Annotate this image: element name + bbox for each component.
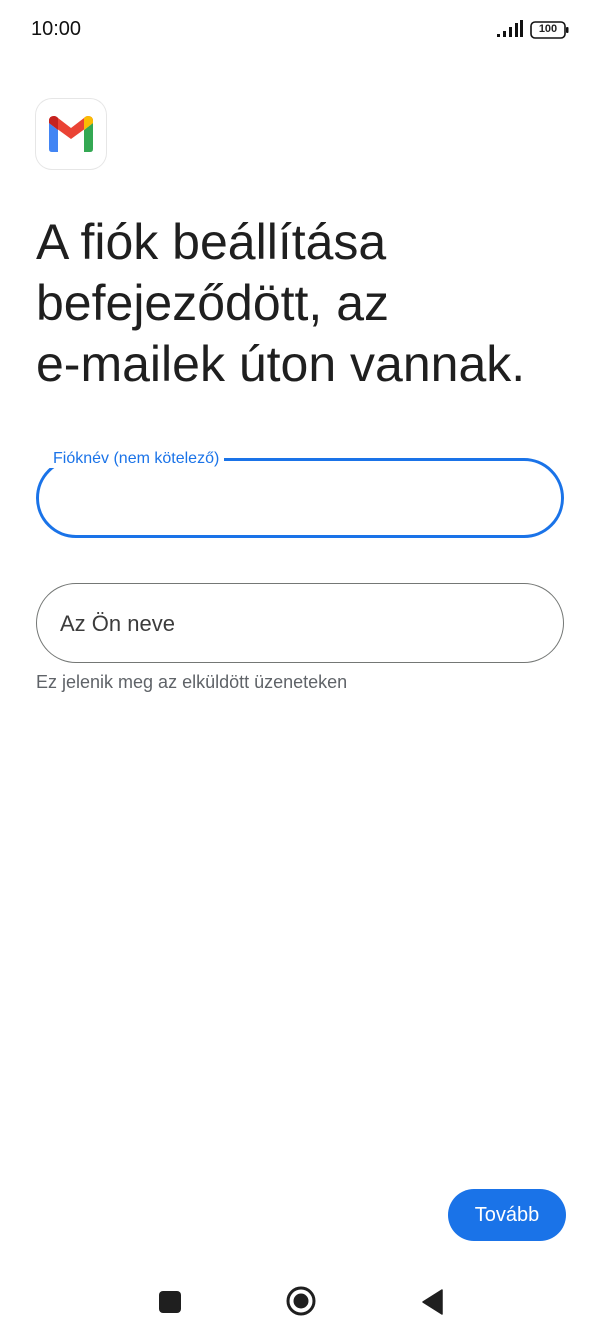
signal-icon	[497, 20, 523, 37]
battery-level: 100	[538, 23, 558, 35]
gmail-logo-icon	[49, 116, 93, 152]
account-name-label: Fióknév (nem kötelező)	[48, 450, 225, 468]
app-logo	[36, 99, 106, 169]
navigation-bar	[0, 1265, 602, 1338]
your-name-placeholder: Az Ön neve	[60, 611, 175, 636]
home-icon[interactable]	[286, 1286, 316, 1316]
page-title: A fiók beállítása befejeződött, az e-mai…	[36, 214, 526, 392]
recents-icon[interactable]	[159, 1291, 181, 1313]
account-name-field[interactable]	[36, 458, 564, 538]
back-icon[interactable]	[421, 1289, 443, 1315]
next-button[interactable]: Tovább	[448, 1189, 566, 1241]
status-bar: 10:00 100	[0, 0, 602, 62]
status-time: 10:00	[31, 18, 82, 40]
your-name-helper-text: Ez jelenik meg az elküldött üzeneteken	[36, 672, 348, 692]
